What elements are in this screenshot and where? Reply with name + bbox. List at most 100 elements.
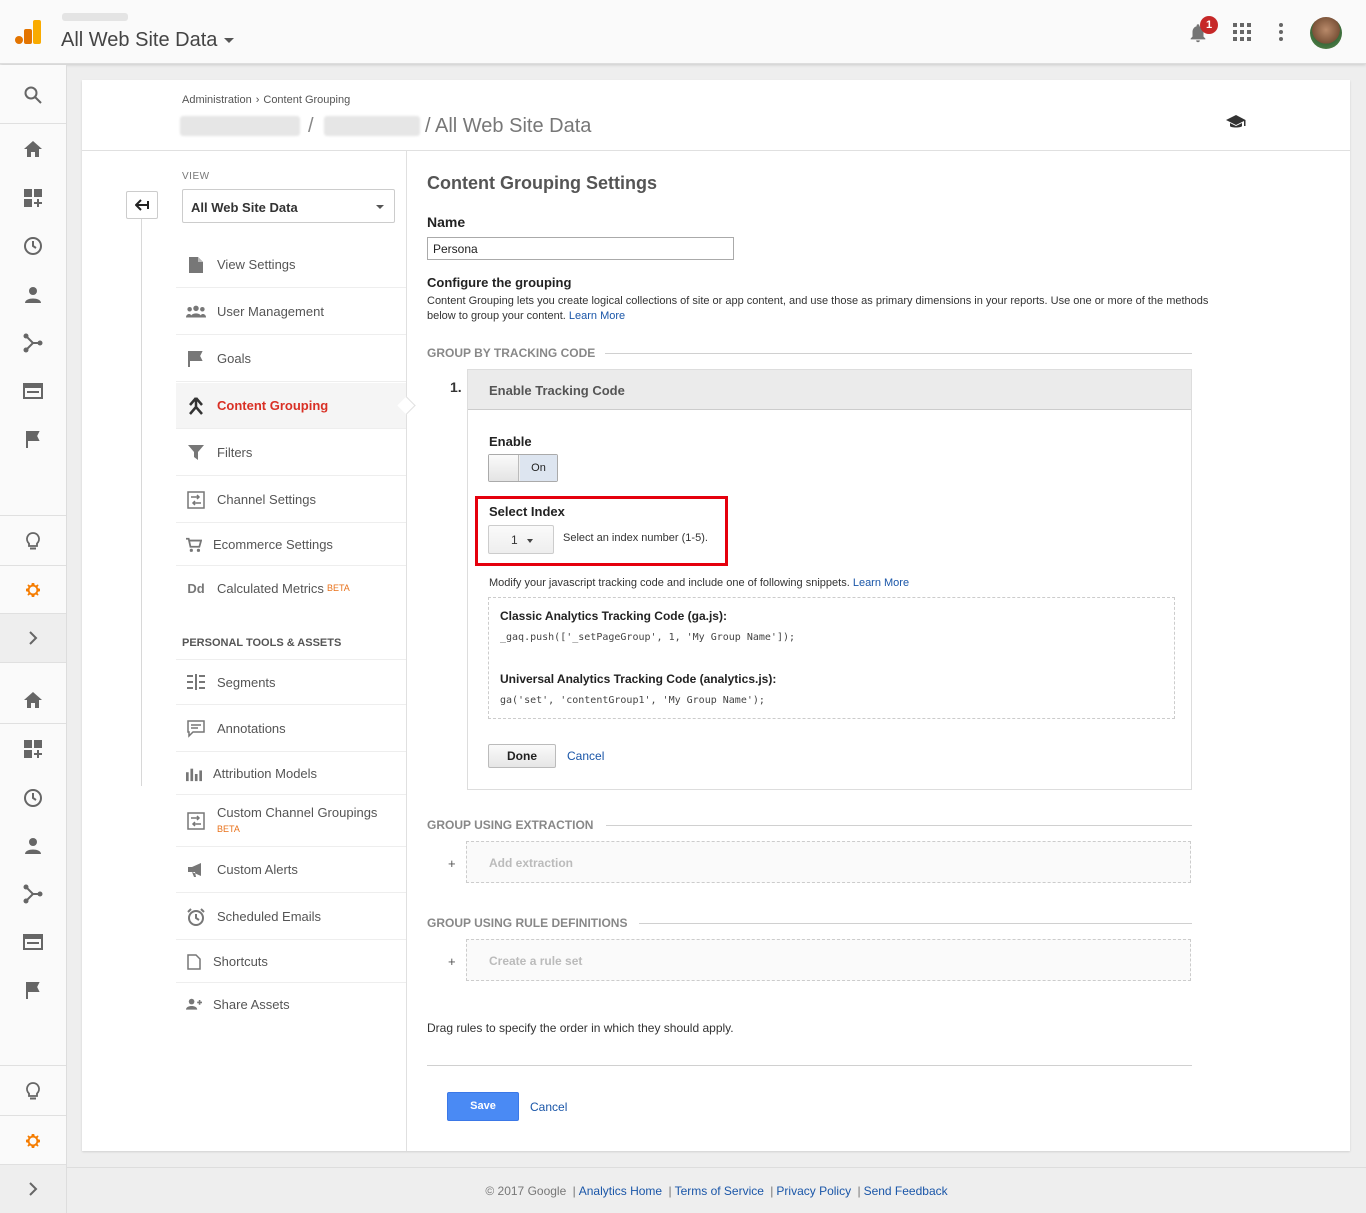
clock-icon[interactable] [0,222,66,270]
acquisition-icon[interactable] [0,319,66,367]
section-rule-definitions: GROUP USING RULE DEFINITIONS [427,916,628,930]
chevron-right-icon[interactable] [0,1165,66,1213]
behavior-icon[interactable] [0,918,66,966]
nav-item-channel-settings[interactable]: Channel Settings [176,477,406,523]
search-icon[interactable] [0,71,66,119]
footer-link-analytics-home[interactable]: Analytics Home [579,1184,662,1198]
path-separator: / [308,115,314,137]
nav-item-ecommerce-settings[interactable]: Ecommerce Settings [176,524,406,566]
acquisition-icon[interactable] [0,870,66,918]
nav-item-calculated-metrics[interactable]: Dd Calculated Metrics BETA [176,566,406,610]
index-select[interactable]: 1 [488,525,554,554]
home-icon[interactable] [0,676,66,724]
footer-link-terms[interactable]: Terms of Service [675,1184,764,1198]
footer-link-privacy[interactable]: Privacy Policy [776,1184,851,1198]
back-button[interactable] [126,191,158,219]
gear-icon[interactable] [0,566,66,614]
universal-code: ga('set', 'contentGroup1', 'My Group Nam… [500,695,765,706]
people-icon [186,302,206,322]
index-hint: Select an index number (1-5). [563,532,708,544]
drag-note: Drag rules to specify the order in which… [427,1021,734,1035]
avatar[interactable] [1310,17,1342,49]
create-rule-set-button[interactable]: Create a rule set [466,939,1191,981]
property-name-blurred[interactable] [324,116,420,136]
flag-icon[interactable] [0,415,66,463]
cancel-link[interactable]: Cancel [567,749,604,763]
dashboard-icon[interactable] [0,725,66,773]
clock-icon[interactable] [0,774,66,822]
account-name-blurred[interactable] [180,116,300,136]
channel-settings-icon [186,490,206,510]
megaphone-icon [186,860,206,880]
footer: © 2017 Google | Analytics Home | Terms of … [67,1167,1366,1213]
view-path-title[interactable]: / All Web Site Data [425,115,591,138]
annotation-icon [186,719,206,739]
universal-heading: Universal Analytics Tracking Code (analy… [500,672,777,686]
add-extraction-button[interactable]: Add extraction [466,841,1191,883]
plus-icon[interactable]: + [448,954,456,969]
lightbulb-icon[interactable] [0,1067,66,1115]
nav-item-annotations[interactable]: Annotations [176,706,406,752]
breadcrumb-administration[interactable]: Administration [182,94,252,106]
footer-link-feedback[interactable]: Send Feedback [864,1184,948,1198]
plus-icon[interactable]: + [448,856,456,871]
account-name-blurred [62,13,128,21]
chevron-right-icon[interactable] [0,614,66,662]
nav-item-custom-channel-groupings[interactable]: Custom Channel Groupings BETA [176,795,406,847]
learn-more-link[interactable]: Learn More [853,577,909,589]
learn-more-link[interactable]: Learn More [569,310,625,322]
step-number: 1. [450,379,462,395]
nav-item-content-grouping[interactable]: Content Grouping [176,383,406,429]
enable-label: Enable [489,434,532,449]
nav-item-attribution-models[interactable]: Attribution Models [176,753,406,795]
notification-badge[interactable]: 1 [1200,16,1218,34]
caret-down-icon [376,205,384,209]
document-icon [186,255,206,275]
classic-heading: Classic Analytics Tracking Code (ga.js): [500,609,727,623]
bar-chart-icon [186,764,202,784]
name-input[interactable] [427,237,734,260]
person-icon[interactable] [0,271,66,319]
section-tracking-code: GROUP BY TRACKING CODE [427,346,596,360]
nav-item-view-settings[interactable]: View Settings [176,242,406,288]
page-heading: Content Grouping Settings [427,173,657,193]
beta-badge: BETA [217,823,240,834]
nav-item-custom-alerts[interactable]: Custom Alerts [176,847,406,893]
nav-item-segments[interactable]: Segments [176,659,406,705]
caret-down-icon[interactable] [224,38,234,43]
caret-down-icon [527,539,533,543]
dashboard-icon[interactable] [0,174,66,222]
nav-item-user-management[interactable]: User Management [176,289,406,335]
flag-icon[interactable] [0,966,66,1014]
person-icon[interactable] [0,822,66,870]
apps-grid-icon[interactable] [1233,23,1251,41]
configure-heading: Configure the grouping [427,275,572,290]
copyright: © 2017 Google [485,1184,567,1198]
gear-icon[interactable] [0,1117,66,1165]
classic-code: _gaq.push(['_setPageGroup', 1, 'My Group… [500,632,796,643]
nav-item-shortcuts[interactable]: Shortcuts [176,941,406,983]
nav-item-share-assets[interactable]: Share Assets [176,983,406,1025]
beta-badge: BETA [326,583,350,593]
nav-item-scheduled-emails[interactable]: Scheduled Emails [176,894,406,940]
analytics-logo-icon[interactable] [14,18,42,46]
lightbulb-icon[interactable] [0,517,66,565]
done-button[interactable]: Done [488,744,556,768]
content-grouping-icon [186,396,206,416]
more-vert-icon[interactable] [1275,23,1287,41]
document-icon [186,952,202,972]
name-label: Name [427,214,466,230]
graduation-cap-icon[interactable] [1226,114,1246,130]
save-button[interactable]: Save [447,1092,519,1121]
flag-icon [186,349,206,369]
view-select[interactable]: All Web Site Data [182,189,395,223]
nav-item-goals[interactable]: Goals [176,336,406,382]
breadcrumb-current: Content Grouping [263,94,351,106]
enable-toggle[interactable]: On [488,454,558,482]
admin-card: Administration › Content Grouping / / All … [82,80,1350,1151]
nav-item-filters[interactable]: Filters [176,430,406,476]
property-view-title[interactable]: All Web Site Data [61,29,217,52]
home-icon[interactable] [0,125,66,173]
behavior-icon[interactable] [0,367,66,415]
cancel-link[interactable]: Cancel [530,1100,567,1114]
